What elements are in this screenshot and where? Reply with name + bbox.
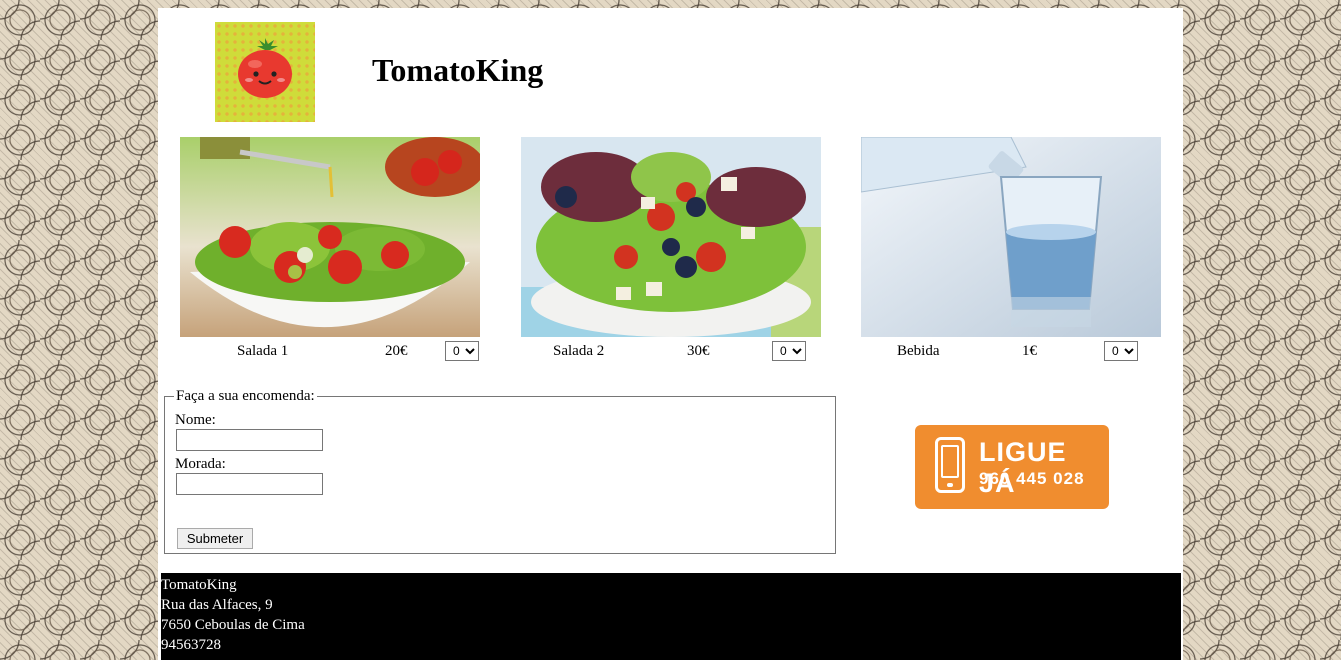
footer-phone: 94563728 <box>161 637 221 653</box>
call-number: 960 445 028 <box>979 469 1085 488</box>
phone-icon <box>935 437 965 493</box>
address-label: Morada: <box>175 456 226 472</box>
name-label: Nome: <box>175 412 216 428</box>
footer-street: Rua das Alfaces, 9 <box>161 597 273 613</box>
footer: TomatoKing Rua das Alfaces, 9 7650 Cebou… <box>161 573 1181 660</box>
submit-button[interactable]: Submeter <box>177 528 253 549</box>
tomato-logo-icon <box>215 22 315 122</box>
page-panel: TomatoKing Salada 1 20€ 0 Salada 2 30€ 0… <box>158 8 1183 660</box>
greek-salad-photo <box>521 137 821 337</box>
address-field[interactable] <box>176 473 323 495</box>
call-now-banner[interactable]: LIGUE JÁ 960 445 028 <box>915 425 1109 509</box>
water-glass-photo <box>861 137 1161 337</box>
product-name: Bebida <box>897 343 940 359</box>
product-name: Salada 1 <box>237 343 289 359</box>
footer-city: 7650 Ceboulas de Cima <box>161 617 305 633</box>
order-form-legend: Faça a sua encomenda: <box>176 388 315 404</box>
footer-company-name: TomatoKing <box>161 577 237 593</box>
product-price: 30€ <box>687 343 710 359</box>
product-price: 1€ <box>1022 343 1037 359</box>
quantity-select[interactable]: 0 <box>1104 341 1138 361</box>
product-name: Salada 2 <box>553 343 605 359</box>
order-form: Faça a sua encomenda: Nome: Morada: Subm… <box>164 388 836 554</box>
call-label: LIGUE JÁ <box>979 437 1067 498</box>
page-title: TomatoKing <box>372 52 544 88</box>
name-field[interactable] <box>176 429 323 451</box>
salad-bowl-photo <box>180 137 480 337</box>
product-price: 20€ <box>385 343 408 359</box>
quantity-select[interactable]: 0 <box>772 341 806 361</box>
quantity-select[interactable]: 0 <box>445 341 479 361</box>
